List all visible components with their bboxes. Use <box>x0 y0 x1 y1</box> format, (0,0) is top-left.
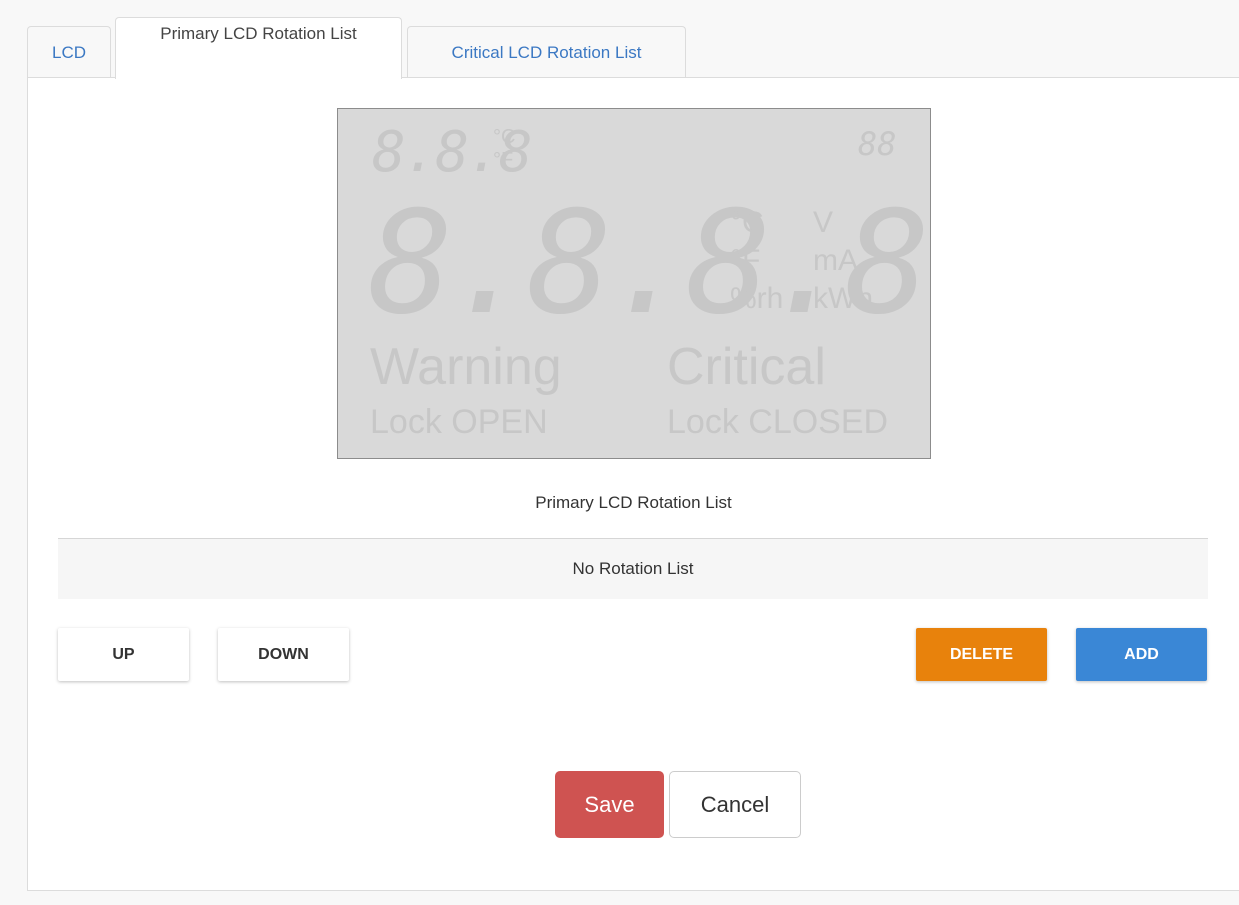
rotation-list-empty-message: No Rotation List <box>58 539 1208 599</box>
lcd-small-unit-celsius: °C <box>493 126 516 148</box>
rotation-list-title: Primary LCD Rotation List <box>535 493 732 512</box>
lcd-unit-rh: %rh <box>730 282 784 315</box>
lcd-unit-milliamp: mA <box>813 244 858 277</box>
save-button[interactable]: Save <box>555 771 664 838</box>
delete-button[interactable]: DELETE <box>916 628 1047 681</box>
lcd-unit-fahrenheit: °F <box>730 244 761 277</box>
down-button[interactable]: DOWN <box>218 628 349 681</box>
lcd-lock-closed-label: Lock CLOSED <box>667 403 889 441</box>
cancel-button[interactable]: Cancel <box>669 771 801 838</box>
lcd-corner-digits: 88 <box>858 125 897 163</box>
lcd-lock-open-label: Lock OPEN <box>370 403 548 441</box>
tab-critical-lcd-rotation-list[interactable]: Critical LCD Rotation List <box>407 26 686 78</box>
add-button[interactable]: ADD <box>1076 628 1207 681</box>
tab-lcd[interactable]: LCD <box>27 26 111 78</box>
lcd-preview: 8.8.8 °C °F 88 8.8.8.8 °C °F %rh V mA kW… <box>337 108 931 459</box>
lcd-critical-label: Critical <box>667 338 826 396</box>
tab-bar: LCD Primary LCD Rotation List Critical L… <box>27 17 1239 79</box>
lcd-unit-celsius: °C <box>730 206 764 239</box>
tab-primary-lcd-rotation-list[interactable]: Primary LCD Rotation List <box>115 17 402 79</box>
lcd-unit-kwh: kWh <box>813 282 873 315</box>
lcd-small-unit-fahrenheit: °F <box>493 149 514 171</box>
tab-panel: 8.8.8 °C °F 88 8.8.8.8 °C °F %rh V mA kW… <box>27 77 1239 891</box>
lcd-unit-volt: V <box>813 206 834 239</box>
up-button[interactable]: UP <box>58 628 189 681</box>
lcd-warning-label: Warning <box>370 338 562 396</box>
tab-primary-label: Primary LCD Rotation List <box>160 24 357 43</box>
